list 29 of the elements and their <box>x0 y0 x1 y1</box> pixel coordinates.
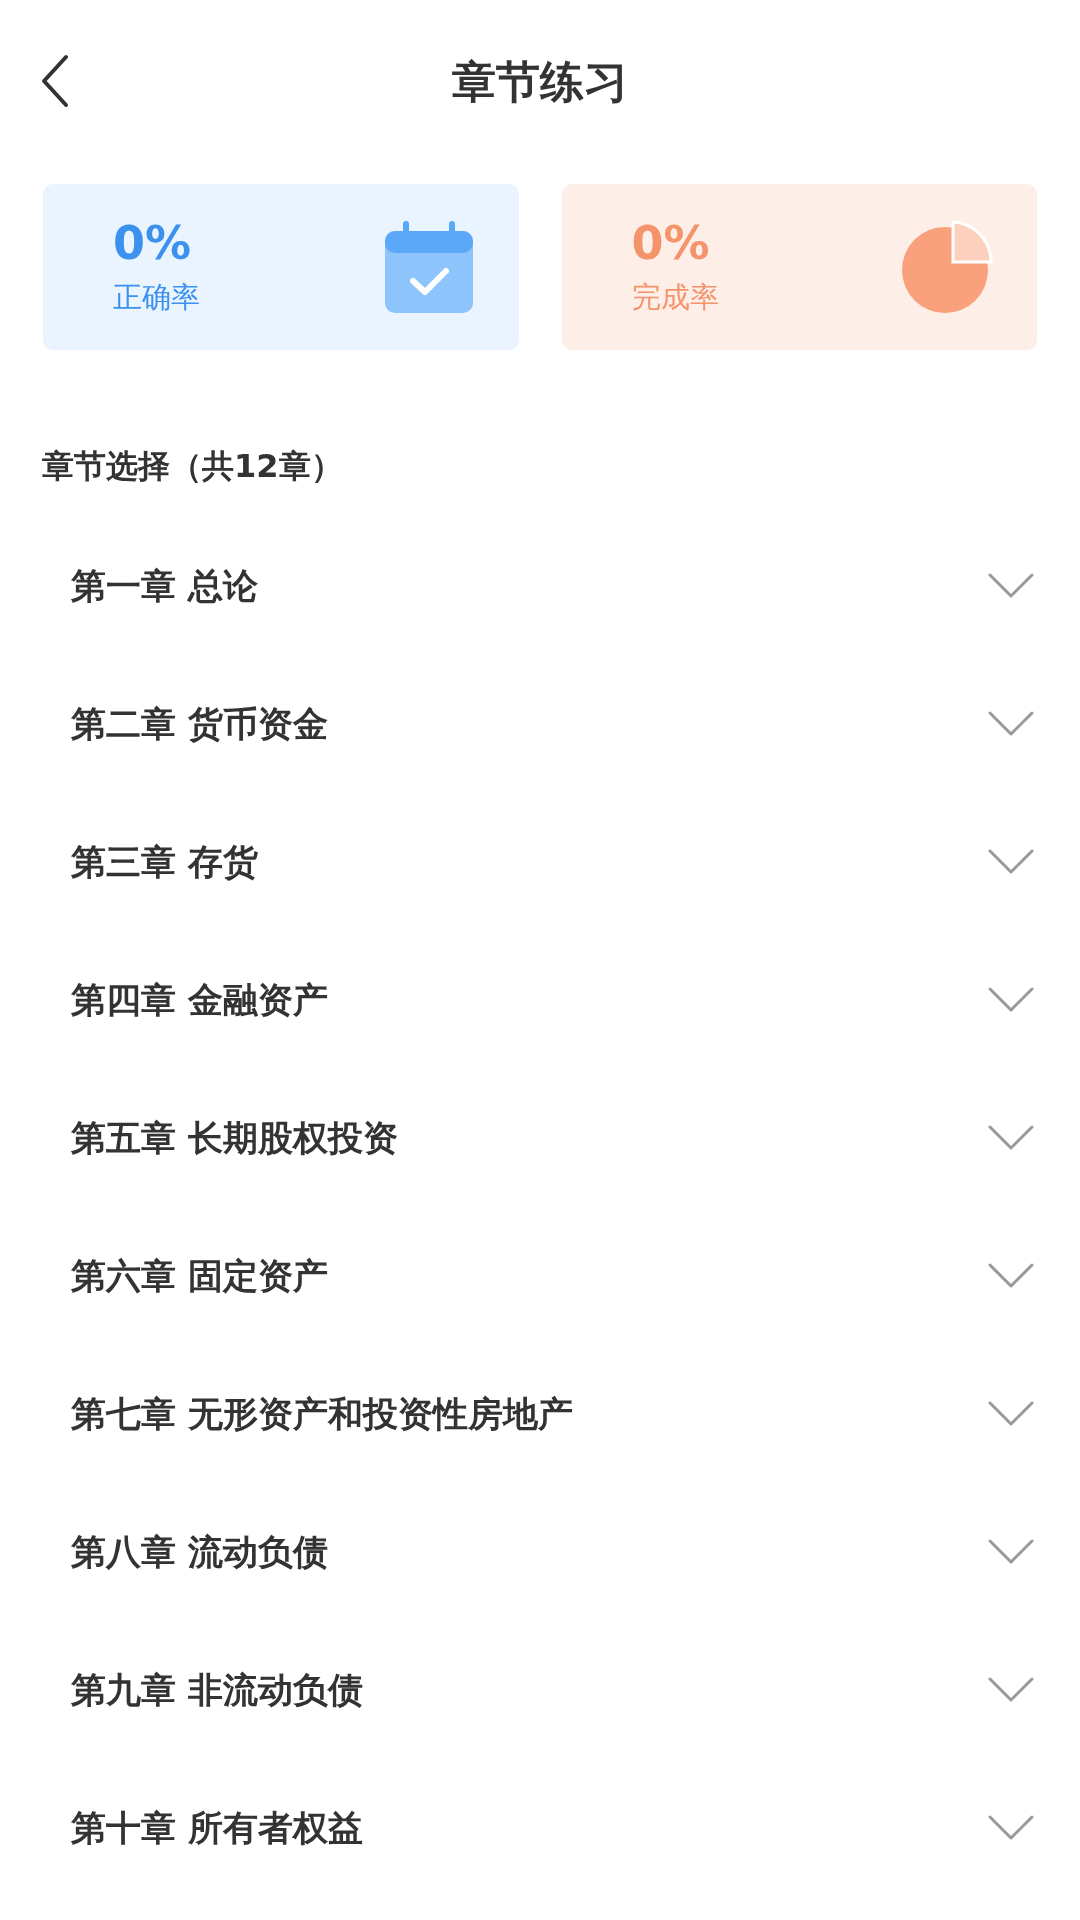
chapter-item[interactable]: 第二章 货币资金 <box>0 655 1080 793</box>
chapter-title: 第七章 无形资产和投资性房地产 <box>71 1392 574 1436</box>
chapter-item[interactable]: 第六章 固定资产 <box>0 1207 1080 1345</box>
chapter-title: 第八章 流动负债 <box>71 1530 329 1574</box>
chapter-item[interactable]: 第四章 金融资产 <box>0 931 1080 1069</box>
chapter-title: 第二章 货币资金 <box>71 702 329 746</box>
stat-label: 完成率 <box>631 279 719 316</box>
chapter-title: 第四章 金融资产 <box>71 978 329 1022</box>
chapter-title: 第一章 总论 <box>71 564 259 608</box>
stat-label: 正确率 <box>113 279 200 316</box>
chapter-title: 第三章 存货 <box>71 840 259 884</box>
chapter-item[interactable]: 第三章 存货 <box>0 793 1080 931</box>
chapter-item[interactable]: 第八章 流动负债 <box>0 1483 1080 1621</box>
chapter-title: 第六章 固定资产 <box>71 1254 329 1298</box>
chapter-item[interactable]: 第五章 长期股权投资 <box>0 1069 1080 1207</box>
section-title: 章节选择（共12章） <box>41 446 344 487</box>
page-title: 章节练习 <box>452 55 628 109</box>
chapter-item[interactable]: 第九章 非流动负债 <box>0 1621 1080 1759</box>
chapter-title: 第五章 长期股权投资 <box>71 1116 399 1160</box>
pie-chart-icon <box>901 220 993 314</box>
stat-value: 0% <box>631 216 711 270</box>
stat-value: 0% <box>113 216 193 270</box>
chapter-item[interactable]: 第一章 总论 <box>0 517 1080 655</box>
chapter-item[interactable]: 第七章 无形资产和投资性房地产 <box>0 1345 1080 1483</box>
calendar-check-icon <box>382 219 475 315</box>
chapter-item[interactable]: 第十章 所有者权益 <box>0 1759 1080 1897</box>
back-icon[interactable] <box>40 54 70 108</box>
chapter-title: 第九章 非流动负债 <box>71 1668 364 1712</box>
chapter-title: 第十章 所有者权益 <box>71 1806 364 1850</box>
